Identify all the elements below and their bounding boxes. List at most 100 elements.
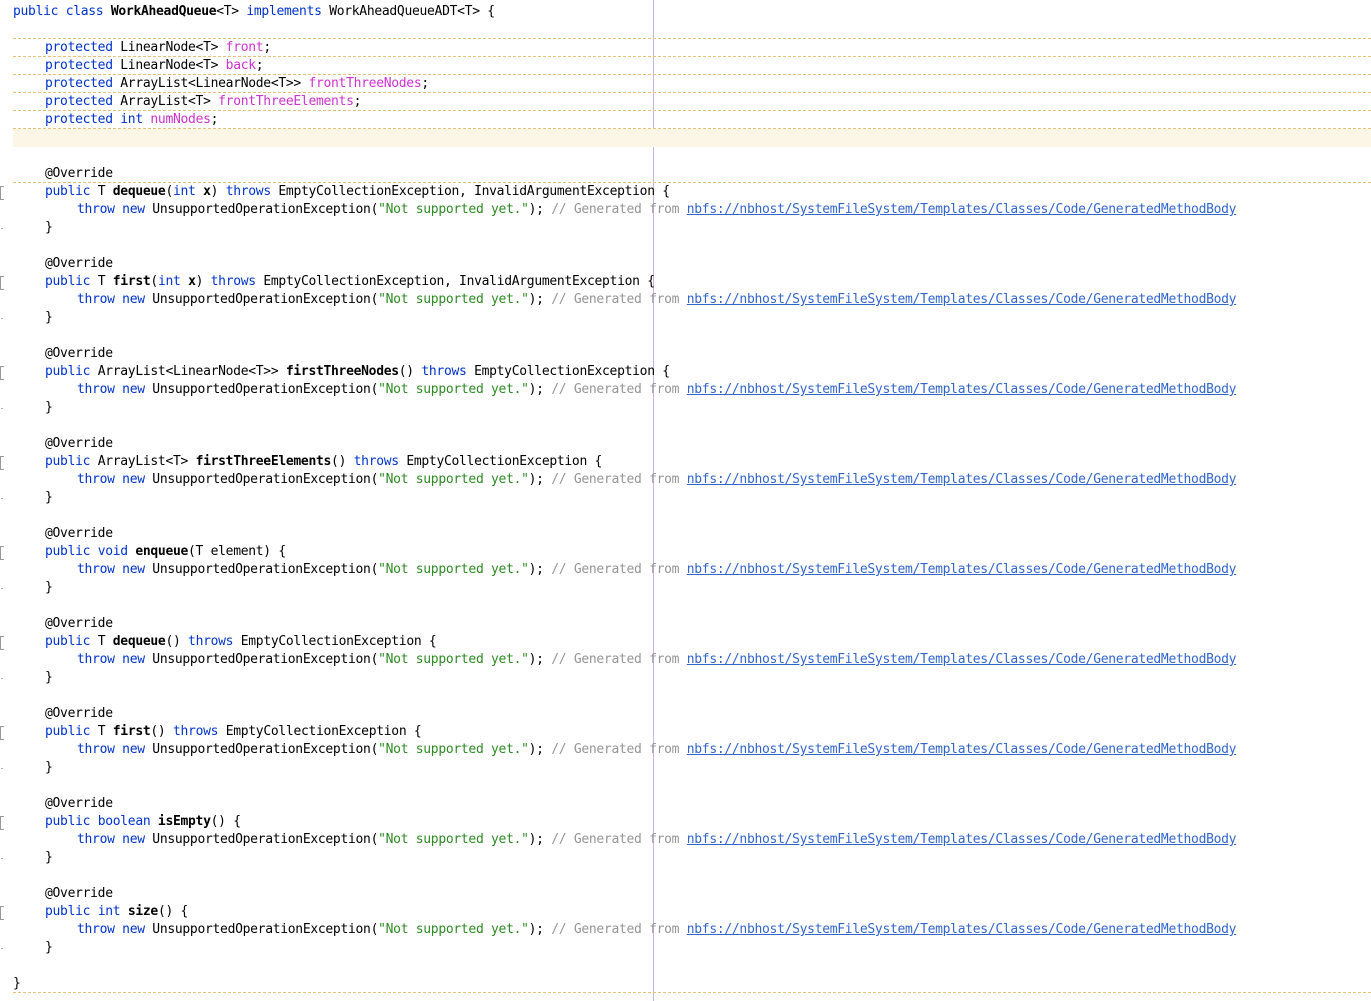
template-link[interactable]: nbfs://nbhost/SystemFileSystem/Templates… bbox=[687, 832, 1237, 847]
return-type: boolean bbox=[97, 814, 151, 829]
open-brace: { bbox=[413, 724, 422, 739]
method-signature-line[interactable]: public void enqueue(T element) { bbox=[0, 543, 1371, 561]
blank-line[interactable] bbox=[0, 21, 1371, 39]
annotation-line[interactable]: @Override bbox=[0, 795, 1371, 813]
method-body-line[interactable]: throw new UnsupportedOperationException(… bbox=[0, 561, 1371, 579]
method-name: dequeue bbox=[112, 634, 166, 649]
annotation-line[interactable]: @Override bbox=[0, 345, 1371, 363]
fold-marker-icon[interactable] bbox=[0, 456, 4, 470]
blank-line[interactable] bbox=[0, 507, 1371, 525]
fold-marker-icon[interactable] bbox=[0, 276, 4, 290]
field-declaration-line[interactable]: protected LinearNode<T> front; bbox=[0, 39, 1371, 57]
method-body-line[interactable]: throw new UnsupportedOperationException(… bbox=[0, 381, 1371, 399]
method-body-line-text: throw new UnsupportedOperationException(… bbox=[77, 382, 1237, 397]
code-editor[interactable]: public class WorkAheadQueue<T> implement… bbox=[0, 0, 1371, 1001]
method-close-line[interactable]: } bbox=[0, 759, 1371, 777]
fold-marker-icon[interactable] bbox=[0, 906, 4, 920]
method-close-line[interactable]: } bbox=[0, 309, 1371, 327]
method-signature-line[interactable]: public ArrayList<T> firstThreeElements()… bbox=[0, 453, 1371, 471]
method-close-line[interactable]: } bbox=[0, 489, 1371, 507]
annotation-line[interactable]: @Override bbox=[0, 435, 1371, 453]
blank-line[interactable] bbox=[0, 417, 1371, 435]
annotation-line[interactable]: @Override bbox=[0, 615, 1371, 633]
fold-marker-icon[interactable] bbox=[0, 366, 4, 380]
current-line[interactable] bbox=[13, 129, 1371, 147]
params-close: ) bbox=[195, 274, 204, 289]
method-signature-line-text: public T dequeue() throws EmptyCollectio… bbox=[13, 633, 437, 651]
method-body-line[interactable]: throw new UnsupportedOperationException(… bbox=[0, 921, 1371, 939]
method-signature-line[interactable]: public T dequeue(int x) throws EmptyColl… bbox=[0, 183, 1371, 201]
method-body-line[interactable]: throw new UnsupportedOperationException(… bbox=[0, 201, 1371, 219]
annotation-line[interactable]: @Override bbox=[0, 885, 1371, 903]
field-declaration-line[interactable]: protected ArrayList<T> frontThreeElement… bbox=[0, 93, 1371, 111]
method-close-line[interactable]: } bbox=[0, 219, 1371, 237]
keyword-throw: throw bbox=[77, 382, 115, 397]
method-close-line[interactable]: } bbox=[0, 849, 1371, 867]
return-type: void bbox=[97, 544, 128, 559]
class-name: WorkAheadQueue bbox=[110, 4, 217, 19]
annotation-line[interactable]: @Override bbox=[0, 525, 1371, 543]
fold-marker-icon[interactable] bbox=[0, 816, 4, 830]
field-type: int bbox=[120, 112, 143, 127]
blank-line[interactable] bbox=[0, 597, 1371, 615]
fold-marker-icon[interactable] bbox=[0, 186, 4, 200]
keyword-public: public bbox=[45, 364, 91, 379]
template-link[interactable]: nbfs://nbhost/SystemFileSystem/Templates… bbox=[687, 202, 1237, 217]
fold-marker-icon[interactable] bbox=[0, 726, 4, 740]
keyword-throw: throw bbox=[77, 742, 115, 757]
param-name: x bbox=[203, 184, 211, 199]
throws-list: EmptyCollectionException bbox=[406, 454, 587, 469]
keyword-throw: throw bbox=[77, 652, 115, 667]
template-link[interactable]: nbfs://nbhost/SystemFileSystem/Templates… bbox=[687, 922, 1237, 937]
method-body-line[interactable]: throw new UnsupportedOperationException(… bbox=[0, 291, 1371, 309]
method-signature-line[interactable]: public boolean isEmpty() { bbox=[0, 813, 1371, 831]
template-link[interactable]: nbfs://nbhost/SystemFileSystem/Templates… bbox=[687, 652, 1237, 667]
method-body-line[interactable]: throw new UnsupportedOperationException(… bbox=[0, 831, 1371, 849]
fold-marker-icon[interactable] bbox=[0, 546, 4, 560]
template-link[interactable]: nbfs://nbhost/SystemFileSystem/Templates… bbox=[687, 742, 1237, 757]
method-close-line[interactable]: } bbox=[0, 399, 1371, 417]
annotation-line[interactable]: @Override bbox=[0, 705, 1371, 723]
method-body-line[interactable]: throw new UnsupportedOperationException(… bbox=[0, 741, 1371, 759]
template-link[interactable]: nbfs://nbhost/SystemFileSystem/Templates… bbox=[687, 472, 1237, 487]
template-link[interactable]: nbfs://nbhost/SystemFileSystem/Templates… bbox=[687, 562, 1237, 577]
template-link[interactable]: nbfs://nbhost/SystemFileSystem/Templates… bbox=[687, 292, 1237, 307]
template-link[interactable]: nbfs://nbhost/SystemFileSystem/Templates… bbox=[687, 382, 1237, 397]
keyword-public: public bbox=[45, 544, 91, 559]
open-brace: { bbox=[662, 364, 670, 379]
blank-line[interactable] bbox=[0, 237, 1371, 255]
field-declaration-line[interactable]: protected ArrayList<LinearNode<T>> front… bbox=[0, 75, 1371, 93]
blank-line[interactable] bbox=[0, 687, 1371, 705]
method-signature-line[interactable]: public int size() { bbox=[0, 903, 1371, 921]
field-declaration-line[interactable]: protected int numNodes; bbox=[0, 111, 1371, 129]
annotation-line[interactable]: @Override bbox=[0, 255, 1371, 273]
method-body-line[interactable]: throw new UnsupportedOperationException(… bbox=[0, 651, 1371, 669]
override-annotation: @Override bbox=[45, 886, 113, 901]
method-signature-line[interactable]: public T first() throws EmptyCollectionE… bbox=[0, 723, 1371, 741]
blank-line[interactable] bbox=[0, 867, 1371, 885]
exception-class: UnsupportedOperationException bbox=[152, 562, 371, 577]
blank-line[interactable] bbox=[0, 147, 1371, 165]
method-signature-line[interactable]: public T dequeue() throws EmptyCollectio… bbox=[0, 633, 1371, 651]
blank-line[interactable] bbox=[0, 327, 1371, 345]
method-signature-line[interactable]: public ArrayList<LinearNode<T>> firstThr… bbox=[0, 363, 1371, 381]
keyword-throw: throw bbox=[77, 832, 115, 847]
blank-line[interactable] bbox=[0, 777, 1371, 795]
annotation-line[interactable]: @Override bbox=[0, 165, 1371, 183]
class-close-line[interactable]: } bbox=[0, 975, 1371, 993]
fold-end-icon bbox=[1, 318, 3, 319]
fold-marker-icon[interactable] bbox=[0, 636, 4, 650]
method-signature-line[interactable]: public T first(int x) throws EmptyCollec… bbox=[0, 273, 1371, 291]
blank-line[interactable] bbox=[0, 957, 1371, 975]
method-close-line[interactable]: } bbox=[0, 669, 1371, 687]
interface-name: WorkAheadQueueADT<T> bbox=[329, 4, 480, 19]
class-declaration-line[interactable]: public class WorkAheadQueue<T> implement… bbox=[0, 3, 1371, 21]
field-type: ArrayList<T> bbox=[120, 94, 211, 109]
method-body-line-text: throw new UnsupportedOperationException(… bbox=[77, 832, 1237, 847]
method-close-line[interactable]: } bbox=[0, 579, 1371, 597]
field-declaration-line[interactable]: protected LinearNode<T> back; bbox=[0, 57, 1371, 75]
method-close-line[interactable]: } bbox=[0, 939, 1371, 957]
keyword-throw: throw bbox=[77, 562, 115, 577]
method-body-line[interactable]: throw new UnsupportedOperationException(… bbox=[0, 471, 1371, 489]
generated-comment: // Generated from bbox=[551, 652, 680, 667]
